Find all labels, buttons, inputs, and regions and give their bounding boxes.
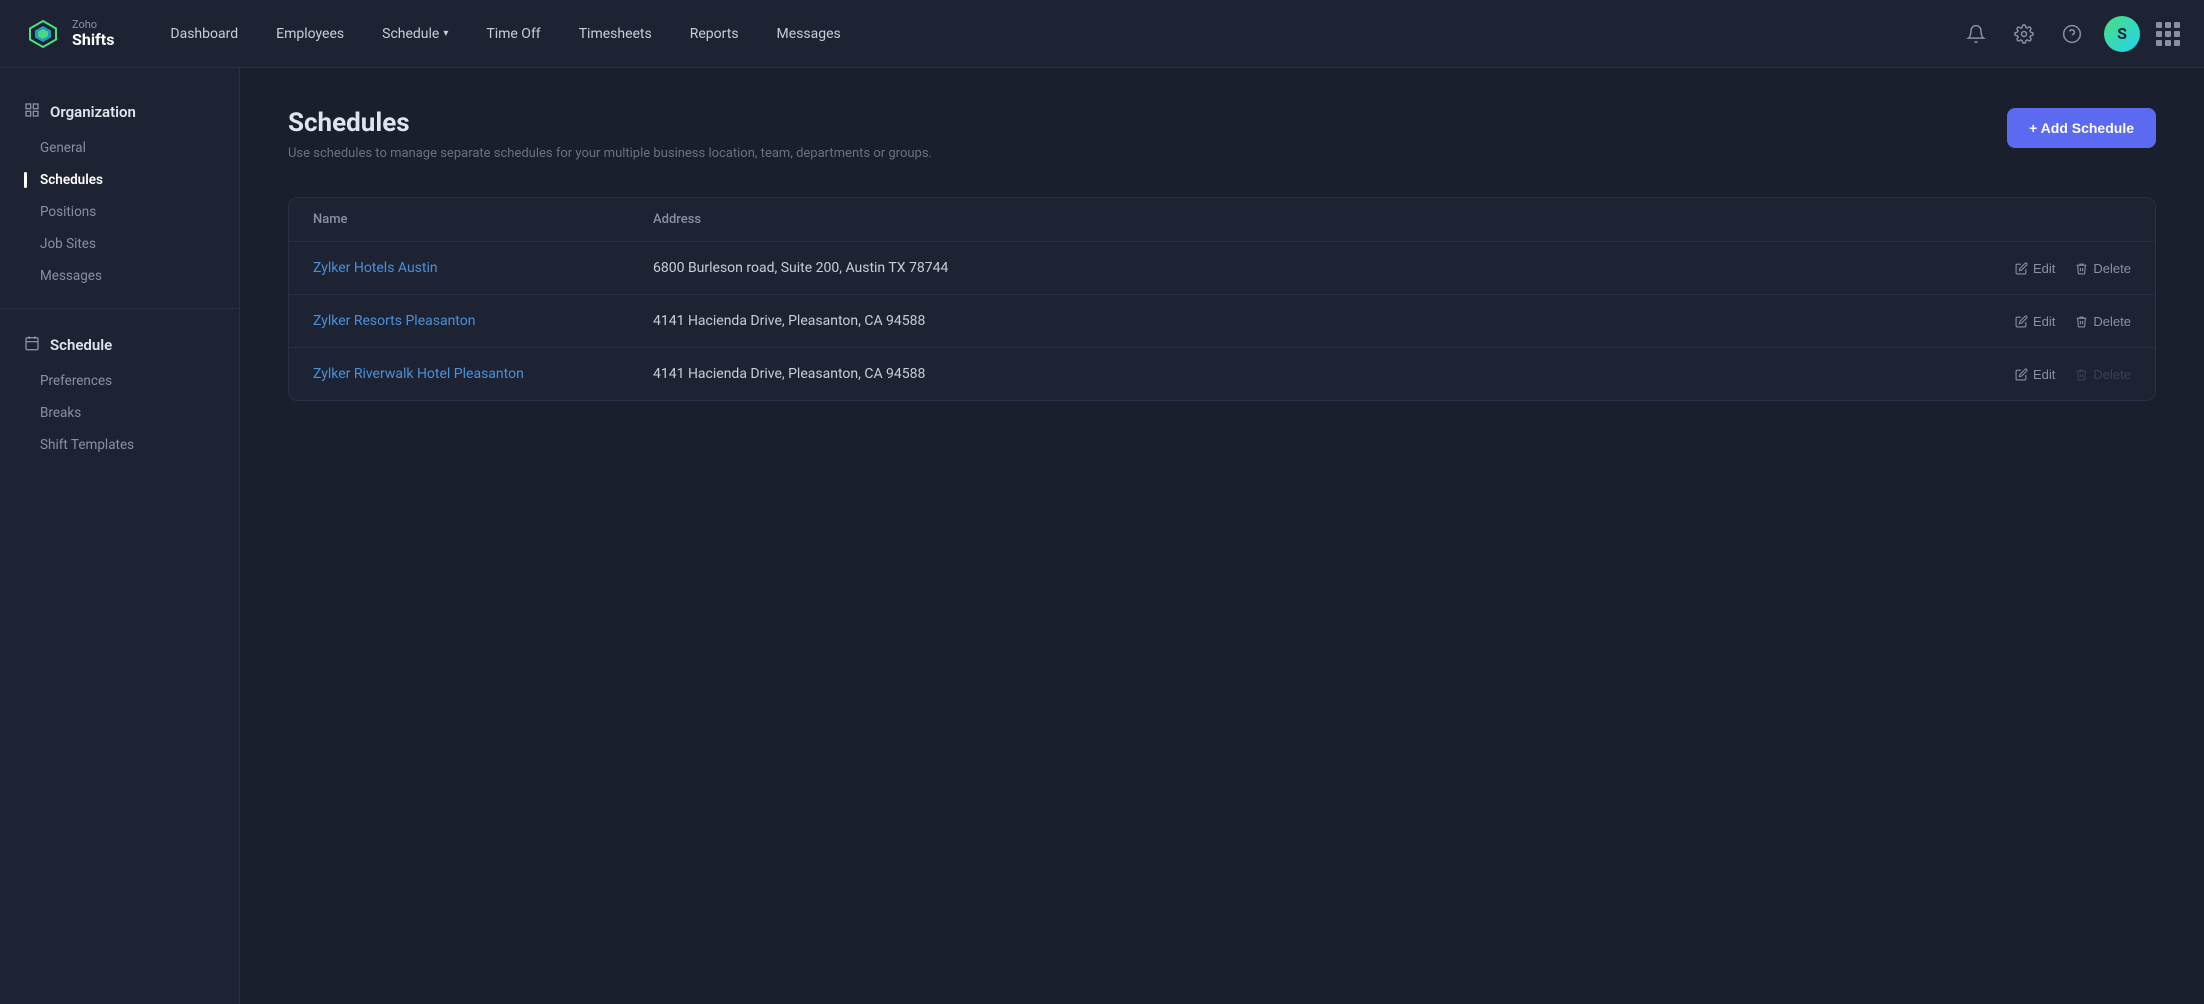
col-header-name: Name: [313, 212, 653, 227]
sidebar-divider: [0, 308, 239, 309]
nav-messages[interactable]: Messages: [761, 18, 857, 50]
sidebar-item-org-messages[interactable]: Messages: [0, 260, 239, 292]
row-actions: Edit Delete: [1951, 314, 2131, 329]
row-actions: Edit Delete: [1951, 367, 2131, 382]
nav-links: Dashboard Employees Schedule ▾ Time Off …: [154, 18, 1960, 50]
edit-button[interactable]: Edit: [2015, 314, 2055, 329]
logo-zoho: Zoho: [72, 19, 114, 31]
delete-button-disabled: Delete: [2075, 367, 2131, 382]
trash-icon: [2075, 262, 2088, 275]
sidebar-item-breaks[interactable]: Breaks: [0, 397, 239, 429]
main-content: Schedules Use schedules to manage separa…: [240, 68, 2204, 1004]
edit-button[interactable]: Edit: [2015, 367, 2055, 382]
sidebar-item-job-sites[interactable]: Job Sites: [0, 228, 239, 260]
sidebar-section-schedule[interactable]: Schedule: [0, 325, 239, 365]
schedule-section-label: Schedule: [50, 336, 112, 354]
trash-icon: [2075, 368, 2088, 381]
edit-icon: [2015, 368, 2028, 381]
nav-schedule[interactable]: Schedule ▾: [366, 18, 464, 50]
page-title: Schedules: [288, 108, 932, 138]
sidebar-item-positions[interactable]: Positions: [0, 196, 239, 228]
nav-actions: S: [1960, 16, 2180, 52]
add-schedule-button[interactable]: + Add Schedule: [2007, 108, 2156, 148]
zoho-shifts-logo-icon: [24, 15, 62, 53]
user-avatar[interactable]: S: [2104, 16, 2140, 52]
schedule-address: 4141 Hacienda Drive, Pleasanton, CA 9458…: [653, 366, 1951, 382]
bell-icon: [1966, 24, 1986, 44]
page-subtitle: Use schedules to manage separate schedul…: [288, 146, 932, 161]
sidebar-item-general[interactable]: General: [0, 132, 239, 164]
help-button[interactable]: [2056, 18, 2088, 50]
nav-dashboard[interactable]: Dashboard: [154, 18, 254, 50]
settings-button[interactable]: [2008, 18, 2040, 50]
delete-button[interactable]: Delete: [2075, 314, 2131, 329]
schedule-address: 6800 Burleson road, Suite 200, Austin TX…: [653, 260, 1951, 276]
table-row: Zylker Riverwalk Hotel Pleasanton 4141 H…: [289, 348, 2155, 400]
nav-schedule-label: Schedule: [382, 26, 439, 42]
schedule-icon: [24, 335, 40, 355]
sidebar-section-organization[interactable]: Organization: [0, 92, 239, 132]
nav-timesheets[interactable]: Timesheets: [563, 18, 668, 50]
table-row: Zylker Resorts Pleasanton 4141 Hacienda …: [289, 295, 2155, 348]
row-actions: Edit Delete: [1951, 261, 2131, 276]
edit-icon: [2015, 262, 2028, 275]
edit-button[interactable]: Edit: [2015, 261, 2055, 276]
trash-icon: [2075, 315, 2088, 328]
delete-button[interactable]: Delete: [2075, 261, 2131, 276]
sidebar: Organization General Schedules Positions…: [0, 68, 240, 1004]
gear-icon: [2014, 24, 2034, 44]
edit-icon: [2015, 315, 2028, 328]
page-header-text: Schedules Use schedules to manage separa…: [288, 108, 932, 161]
logo-area[interactable]: Zoho Shifts: [24, 15, 114, 53]
logo-shifts: Shifts: [72, 31, 114, 49]
apps-grid-button[interactable]: [2156, 22, 2180, 46]
table-header: Name Address: [289, 198, 2155, 242]
nav-employees[interactable]: Employees: [260, 18, 360, 50]
col-header-address: Address: [653, 212, 1951, 227]
schedule-address: 4141 Hacienda Drive, Pleasanton, CA 9458…: [653, 313, 1951, 329]
sidebar-item-schedules[interactable]: Schedules: [0, 164, 239, 196]
notifications-button[interactable]: [1960, 18, 1992, 50]
sidebar-item-preferences[interactable]: Preferences: [0, 365, 239, 397]
nav-reports[interactable]: Reports: [674, 18, 755, 50]
col-header-actions: [1951, 212, 2131, 227]
chevron-down-icon: ▾: [443, 28, 448, 39]
schedule-name-link[interactable]: Zylker Hotels Austin: [313, 260, 653, 276]
organization-label: Organization: [50, 103, 136, 121]
table-row: Zylker Hotels Austin 6800 Burleson road,…: [289, 242, 2155, 295]
sidebar-item-shift-templates[interactable]: Shift Templates: [0, 429, 239, 461]
content-header: Schedules Use schedules to manage separa…: [288, 108, 2156, 161]
top-navigation: Zoho Shifts Dashboard Employees Schedule…: [0, 0, 2204, 68]
nav-timeoff[interactable]: Time Off: [470, 18, 556, 50]
logo-text: Zoho Shifts: [72, 19, 114, 49]
organization-icon: [24, 102, 40, 122]
schedules-table: Name Address Zylker Hotels Austin 6800 B…: [288, 197, 2156, 401]
schedule-name-link[interactable]: Zylker Riverwalk Hotel Pleasanton: [313, 366, 653, 382]
help-icon: [2062, 24, 2082, 44]
schedule-name-link[interactable]: Zylker Resorts Pleasanton: [313, 313, 653, 329]
main-layout: Organization General Schedules Positions…: [0, 68, 2204, 1004]
